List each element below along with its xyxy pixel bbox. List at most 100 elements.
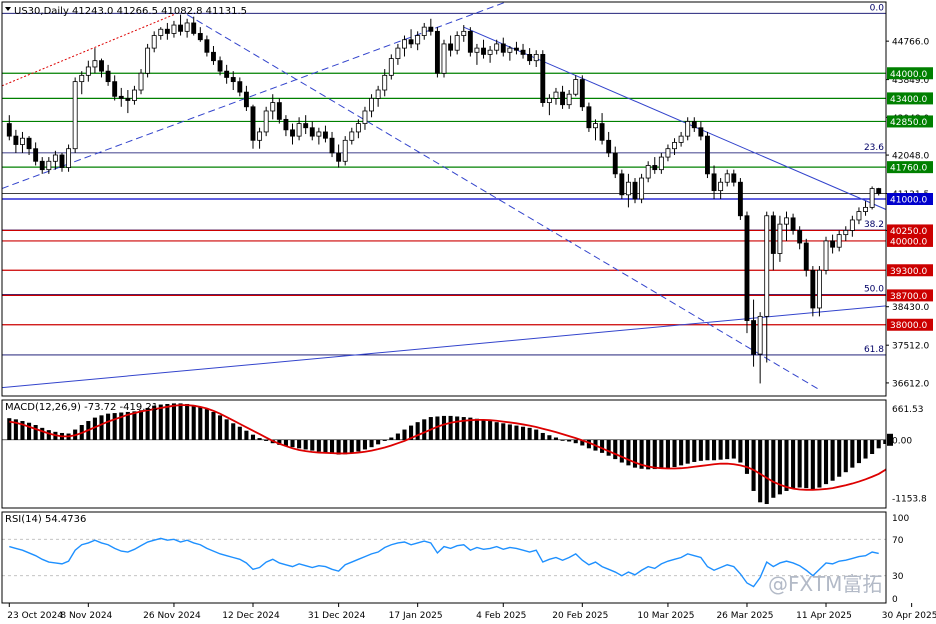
candle-body [26,137,32,150]
candle-body [461,30,467,36]
candle [612,146,618,179]
candle [309,121,315,141]
candle [856,207,862,225]
macd-bar [771,439,776,498]
candle-body [263,110,269,133]
candle [869,186,875,210]
x-tick-label: 17 Jan 2025 [389,611,443,621]
macd-bar [573,439,578,444]
candle-body [158,28,164,36]
candle [388,54,394,80]
candle-body [658,156,664,171]
candle-body [849,219,855,231]
macd-bar [138,410,144,440]
x-tick-label: 26 Mar 2025 [716,611,773,621]
macd-bar [185,403,190,440]
macd-bar [758,439,763,503]
candle [625,173,631,208]
candle [421,22,427,40]
candle-body [118,95,124,99]
macd-bar [567,439,572,442]
macd-bar [422,419,427,440]
macd-bar [349,439,354,454]
macd-bar [474,418,479,440]
macd-bar [415,422,420,440]
candle [691,117,697,132]
macd-bar [264,439,269,441]
candle [276,98,282,124]
candle-body [593,123,598,129]
macd-bar [659,439,664,469]
candle [66,144,72,172]
candle-body [784,217,789,225]
collapse-triangle-icon[interactable] [5,7,11,11]
macd-bar [534,429,539,440]
candle [349,127,355,145]
macd-bar [112,413,117,440]
candle-body [79,74,85,83]
candle [705,131,710,179]
candle-body [145,47,151,74]
fib-label: 0.0 [870,3,885,13]
rsi-tick-label: 70 [892,536,904,546]
candle [487,46,493,63]
candle [454,31,460,55]
candle-body [514,47,519,51]
candle-body [876,188,882,194]
candle-body [448,43,454,51]
candle [323,125,328,143]
candle-body [197,33,203,41]
candle-body [20,137,25,145]
candle-body [856,211,862,221]
macd-bar [540,432,545,440]
candle-body [803,242,809,271]
macd-bar [520,426,526,440]
candle-body [303,123,309,129]
macd-bar [830,439,835,481]
candle-body [494,43,500,51]
candle-body [487,49,493,55]
candle [652,157,658,174]
candle [764,211,770,363]
candle [112,75,118,101]
candle-body [619,173,625,196]
macd-bar [441,415,447,440]
candle [237,77,243,97]
macd-bar [303,439,308,450]
candle [546,94,552,116]
level-tag-label: 44000.0 [890,70,927,80]
candle-body [421,26,427,36]
candle [533,50,539,67]
price-tick-label: 44766.0 [892,38,929,48]
candle-body [810,269,816,309]
candle-body [257,131,263,141]
candle [125,90,131,114]
candle [217,56,223,76]
candle-body [467,30,473,53]
candle-body [685,121,691,137]
candle-body [92,60,98,68]
candle [283,115,289,137]
candle [164,22,170,40]
macd-bar [777,439,782,495]
candle-body [382,74,388,91]
candle-body [454,35,460,51]
x-tick-label: 4 Feb 2025 [476,611,526,621]
candle-body [823,240,829,271]
candle-body [85,66,91,76]
macd-zero-tag [887,433,893,446]
macd-bar [40,427,45,440]
candle [731,169,737,187]
candle [816,266,822,317]
candle-body [481,47,486,55]
candle-body [843,230,849,236]
candle [230,71,236,91]
macd-tick-label: 661.53 [892,405,924,415]
candle [33,142,39,166]
axes: 44766.043849.042948.042048.041131.540250… [1,1,936,621]
candle [336,144,342,168]
macd-bar [665,439,670,469]
macd-bar [244,430,249,440]
candle-body [388,58,394,76]
macd-bar [850,439,855,468]
